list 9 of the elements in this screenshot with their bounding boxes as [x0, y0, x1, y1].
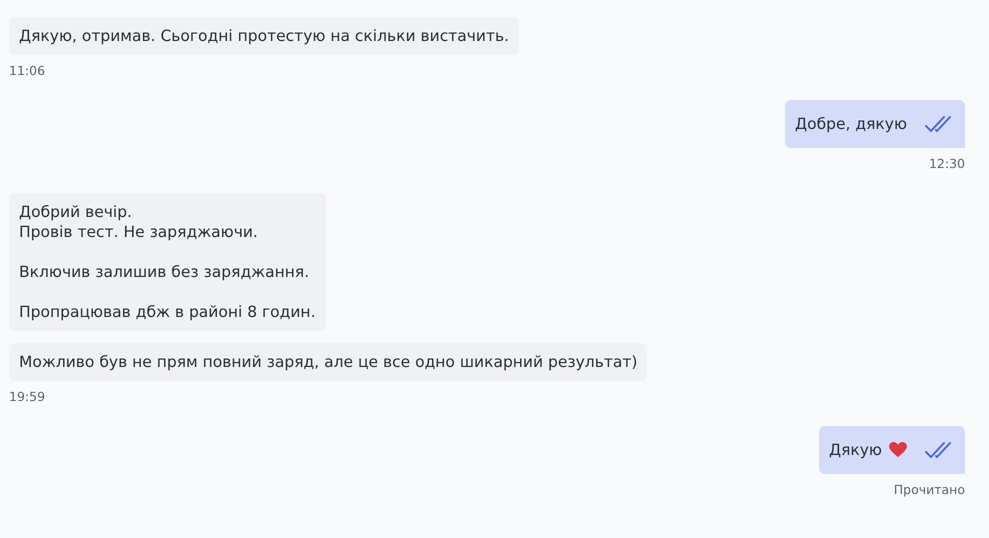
message-status: 12:30: [928, 156, 965, 171]
message-text: Можливо був не прям повний заряд, але це все одно шикарний результат): [19, 352, 638, 372]
message-text: Дякую: [828, 440, 882, 460]
message-status: 11:06: [9, 63, 46, 78]
message-status: 19:59: [9, 389, 46, 404]
message-status: Прочитано: [894, 482, 965, 497]
message-text: Добрий вечір. Провів тест. Не заряджаючи. Включив залишив без заряджання. Пропрацював дбж в районі 8 годин.: [19, 202, 316, 322]
message-text: Дякую, отримав. Сьогодні протестую на скільки вистачить.: [19, 26, 510, 46]
message-text: Добре, дякую: [794, 114, 907, 134]
